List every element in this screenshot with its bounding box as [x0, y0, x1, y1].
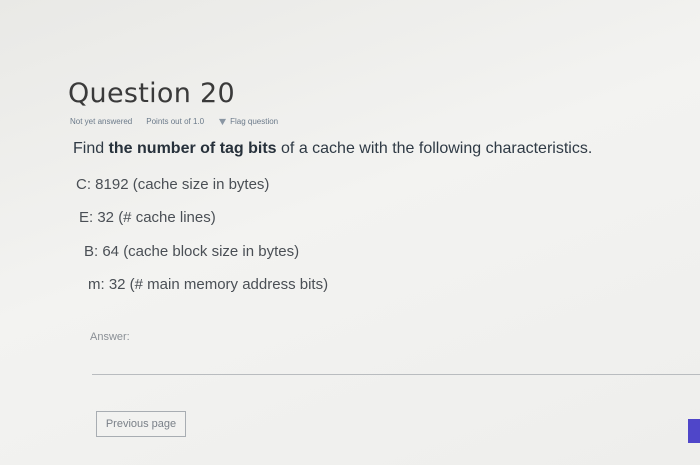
answer-input[interactable] — [92, 374, 700, 375]
flag-icon — [219, 118, 227, 125]
prompt-prefix: Find — [73, 140, 109, 157]
param-address-bits: m: 32 (# main memory address bits) — [88, 276, 329, 293]
prompt-suffix: of a cache with the following characteri… — [276, 140, 593, 157]
flag-question-link[interactable]: Flag question — [218, 117, 278, 126]
question-prompt: Find the number of tag bits of a cache w… — [73, 140, 592, 158]
question-title: Question 20 — [68, 78, 236, 109]
flag-question-label: Flag question — [230, 117, 279, 126]
question-meta: Not yet answered Points out of 1.0 Flag … — [70, 117, 278, 126]
next-page-button-edge[interactable] — [688, 419, 700, 443]
param-cache-lines: E: 32 (# cache lines) — [79, 209, 216, 226]
previous-page-button[interactable]: Previous page — [96, 411, 186, 437]
param-block-size: B: 64 (cache block size in bytes) — [84, 243, 300, 260]
answer-label: Answer: — [90, 331, 130, 343]
question-status: Not yet answered — [70, 117, 133, 126]
question-points: Points out of 1.0 — [146, 117, 205, 126]
prompt-emphasis: the number of tag bits — [108, 140, 277, 157]
param-cache-size: C: 8192 (cache size in bytes) — [76, 176, 270, 193]
question-header: Question 20 — [68, 78, 235, 109]
